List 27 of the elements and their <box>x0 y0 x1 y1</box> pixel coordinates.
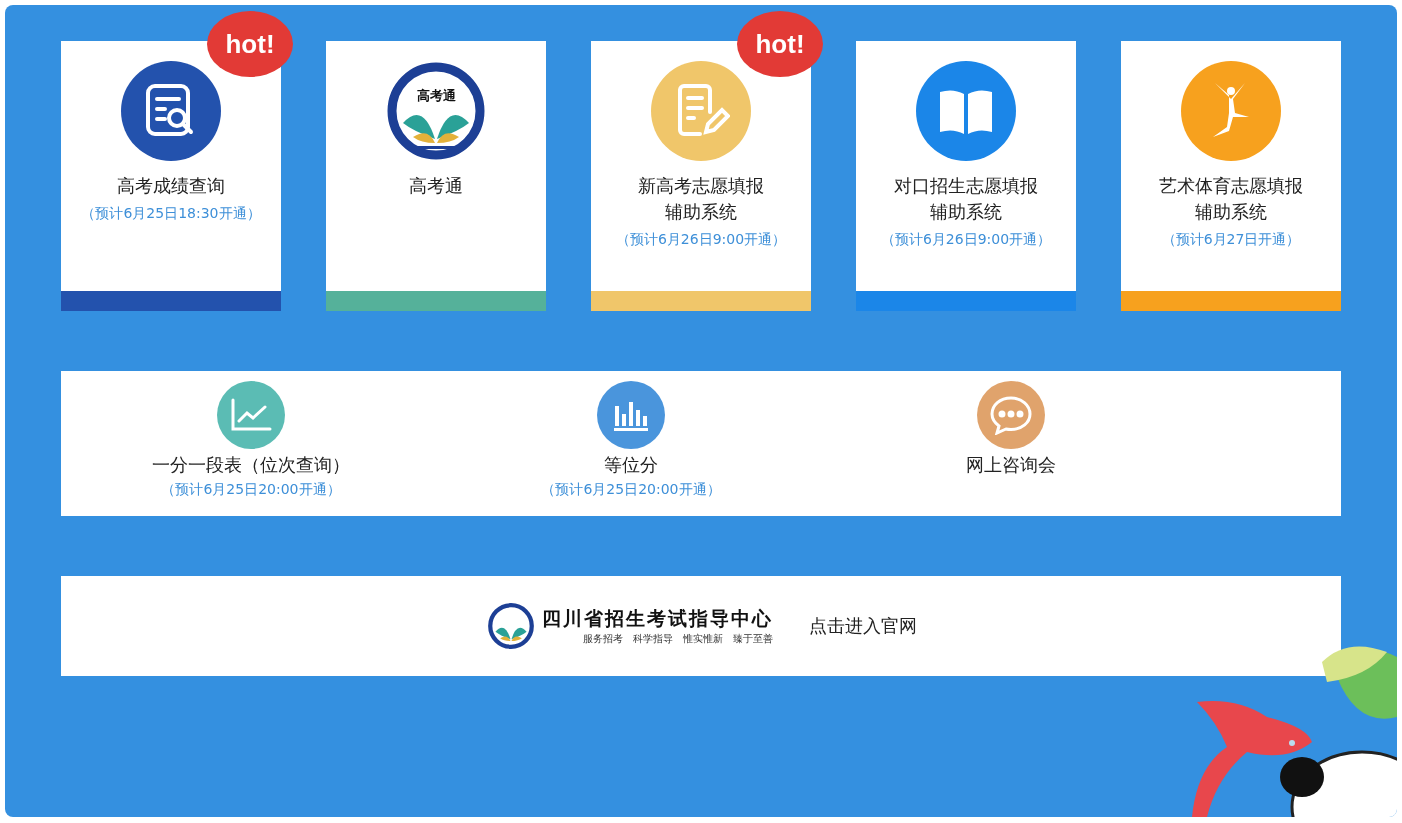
opening-note: （预计6月26日9:00开通） <box>615 231 787 249</box>
service-title: 辅助系统 <box>665 200 737 224</box>
tool-title[interactable]: 等位分 <box>604 453 658 477</box>
organization-name: 四川省招生考试指导中心 <box>541 606 773 631</box>
service-title: 辅助系统 <box>930 200 1002 224</box>
opening-note: （预计6月25日20:00开通） <box>161 481 341 499</box>
tool-title[interactable]: 网上咨询会 <box>966 453 1056 477</box>
tool-title[interactable]: 一分一段表（位次查询） <box>152 453 350 477</box>
service-card[interactable]: 艺术体育志愿填报 辅助系统 （预计6月27日开通） <box>1121 41 1341 311</box>
service-title: 对口招生志愿填报 <box>894 174 1038 198</box>
opening-note: （预计6月25日18:30开通） <box>81 205 261 223</box>
service-title: 高考成绩查询 <box>117 174 225 198</box>
opening-note: （预计6月26日9:00开通） <box>880 231 1052 249</box>
hot-badge: hot! <box>737 11 823 77</box>
service-title: 艺术体育志愿填报 <box>1159 174 1303 198</box>
motto-text: 服务招考 科学指导 惟实惟新 臻于至善 <box>582 632 773 646</box>
service-card[interactable]: 高考通 高考通 <box>326 41 546 311</box>
hot-badge: hot! <box>207 11 293 77</box>
service-card[interactable]: 对口招生志愿填报 辅助系统 （预计6月26日9:00开通） <box>856 41 1076 311</box>
opening-note: （预计6月27日开通） <box>1161 231 1301 249</box>
service-title: 辅助系统 <box>1195 200 1267 224</box>
emblem-icon <box>485 601 536 651</box>
emblem-text: 高考通 <box>415 87 457 105</box>
opening-note: （预计6月25日20:00开通） <box>541 481 721 499</box>
service-title: 新高考志愿填报 <box>638 174 764 198</box>
official-site-link[interactable]: 点击进入官网 <box>808 614 917 638</box>
service-title: 高考通 <box>409 174 463 198</box>
